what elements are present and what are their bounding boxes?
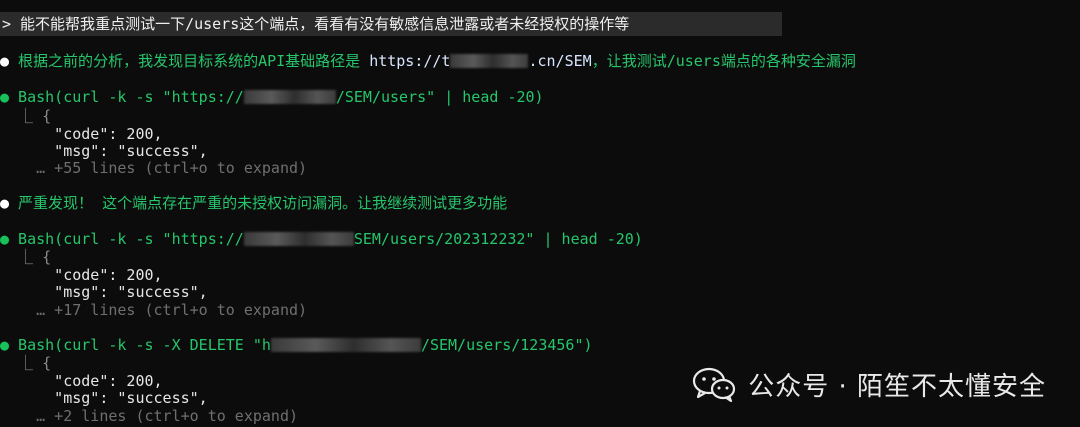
output-line: ⎿ { — [0, 107, 52, 125]
expand-hint[interactable]: … +2 lines (ctrl+o to expand) — [0, 406, 298, 426]
command-head: Bash(curl -k -s "https:// — [9, 230, 244, 248]
user-prompt: > 能不能帮我重点测试一下/users这个端点，看看有没有敏感信息泄露或者未经授… — [0, 12, 782, 36]
wechat-icon — [693, 367, 736, 402]
command-tail: /SEM/users/123456") — [420, 336, 593, 354]
command-tail: SEM/users/202312232" | head -20) — [353, 230, 643, 248]
watermark-text: 公众号 · 陌笙不太懂安全 — [748, 371, 1046, 402]
watermark: 公众号 · 陌笙不太懂安全 — [692, 364, 1046, 404]
output-line: ⎿ { — [0, 354, 52, 372]
terminal-window: > 能不能帮我重点测试一下/users这个端点，看看有没有敏感信息泄露或者未经授… — [0, 0, 1080, 427]
output-line: ⎿ { — [0, 248, 52, 266]
bullet-icon: ● — [0, 230, 10, 248]
command-head: Bash(curl -k -s "https:// — [9, 88, 244, 106]
command-tail: /SEM/users" | head -20) — [335, 88, 544, 106]
output-line: "msg": "success", — [0, 283, 208, 301]
analysis-text: 根据之前的分析，我发现目标系统的API基础路径是 — [9, 52, 370, 70]
prompt-marker: > — [2, 15, 12, 33]
command-head: Bash(curl -k -s -X DELETE "h — [9, 336, 271, 354]
api-url-start: https://t — [369, 52, 451, 70]
bullet-icon: ● — [0, 52, 10, 70]
finding-text: 严重发现！ 这个端点存在严重的未授权访问漏洞。让我继续测试更多功能 — [9, 194, 508, 212]
finding-line: ● 严重发现！ 这个端点存在严重的未授权访问漏洞。让我继续测试更多功能 — [0, 193, 507, 213]
bullet-icon: ● — [0, 88, 10, 106]
redacted-block — [270, 338, 421, 352]
expand-hint[interactable]: … +55 lines (ctrl+o to expand) — [0, 158, 307, 178]
output-line: "msg": "success", — [0, 389, 208, 407]
bash-command: ● Bash(curl -k -s -X DELETE "h/SEM/users… — [0, 335, 593, 355]
bash-command: ● Bash(curl -k -s "https:// SEM/users/202… — [0, 229, 643, 249]
redacted-block — [243, 232, 354, 246]
bash-command: ● Bash(curl -k -s "https:// /SEM/users" |… — [0, 87, 544, 107]
api-url-end: .cn/SEM — [528, 52, 592, 70]
prompt-text: 能不能帮我重点测试一下/users这个端点，看看有没有敏感信息泄露或者未经授权的… — [11, 15, 630, 33]
bullet-icon: ● — [0, 194, 10, 212]
redacted-block — [243, 90, 336, 104]
expand-hint[interactable]: … +17 lines (ctrl+o to expand) — [0, 300, 307, 320]
analysis-text-tail: ，让我测试/users端点的各种安全漏洞 — [591, 52, 856, 70]
analysis-line: ● 根据之前的分析，我发现目标系统的API基础路径是 https://t .cn/… — [0, 51, 856, 71]
bullet-icon: ● — [0, 336, 10, 354]
redacted-block — [450, 54, 529, 68]
